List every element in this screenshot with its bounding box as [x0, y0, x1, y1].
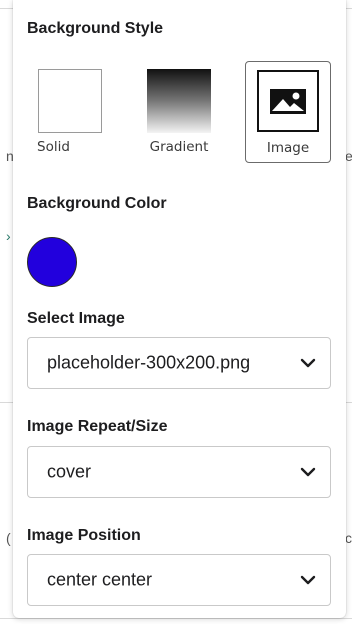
image-repeat-size-dropdown[interactable]: cover: [27, 446, 331, 498]
backdrop-text: (: [6, 530, 11, 546]
solid-swatch-icon: [38, 69, 102, 133]
background-settings-popover: Background Style Solid Gradient Image Ba…: [13, 0, 346, 618]
image-repeat-size-value: cover: [47, 461, 92, 482]
image-position-heading: Image Position: [27, 527, 141, 544]
backdrop-text: c: [345, 530, 352, 546]
chevron-down-icon: [300, 575, 316, 585]
select-image-heading: Select Image: [27, 310, 125, 327]
style-option-label: Solid: [37, 139, 70, 155]
background-color-heading: Background Color: [27, 195, 167, 212]
style-option-label: Image: [266, 140, 310, 156]
style-option-image[interactable]: Image: [245, 61, 331, 163]
image-icon: [257, 70, 319, 132]
background-color-swatch[interactable]: [27, 237, 77, 287]
backdrop-text: e: [345, 148, 352, 164]
background-style-heading: Background Style: [27, 20, 164, 37]
select-image-dropdown[interactable]: placeholder-300x200.png: [27, 337, 331, 389]
image-position-dropdown[interactable]: center center: [27, 554, 331, 606]
backdrop-text: ›: [6, 228, 11, 244]
backdrop-divider: [0, 618, 352, 619]
chevron-down-icon: [300, 358, 316, 368]
chevron-down-icon: [300, 467, 316, 477]
image-repeat-size-heading: Image Repeat/Size: [27, 418, 168, 435]
select-image-value: placeholder-300x200.png: [47, 352, 251, 373]
image-position-value: center center: [47, 569, 153, 590]
style-option-label: Gradient: [149, 139, 209, 155]
gradient-swatch-icon: [147, 69, 211, 133]
style-option-gradient[interactable]: Gradient: [136, 61, 222, 163]
style-option-solid[interactable]: Solid: [27, 61, 113, 163]
